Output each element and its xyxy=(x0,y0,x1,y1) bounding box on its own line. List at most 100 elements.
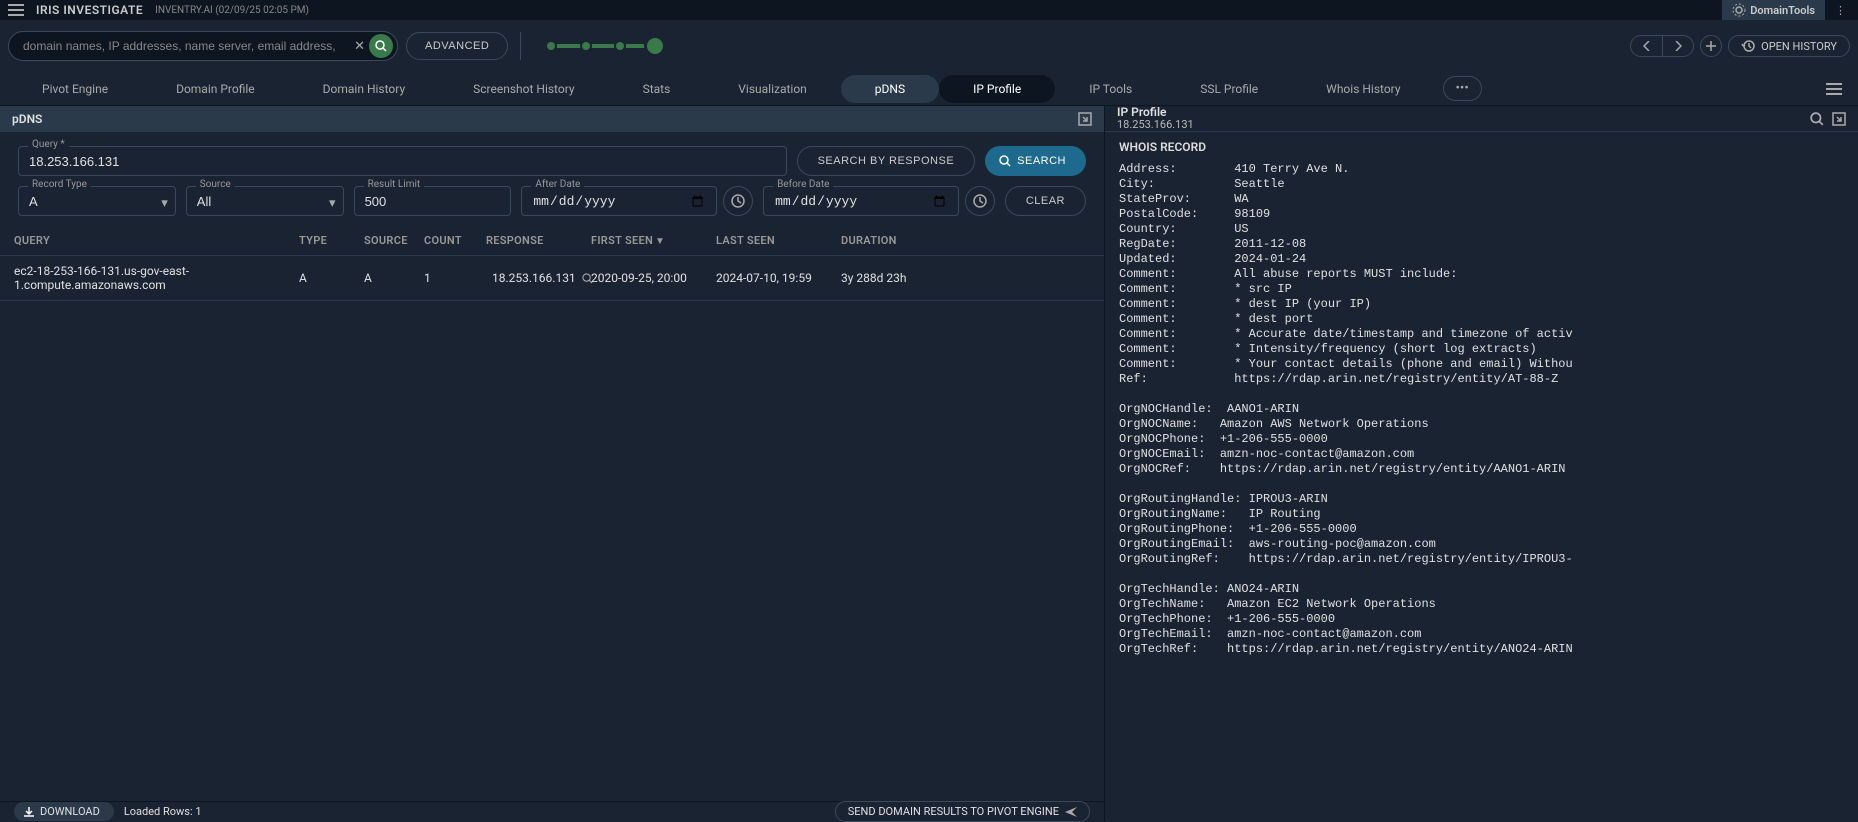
cell-duration: 3y 288d 23h xyxy=(841,271,941,285)
history-icon xyxy=(1741,39,1755,53)
cell-last-seen: 2024-07-10, 19:59 xyxy=(716,271,841,285)
range-slider[interactable] xyxy=(545,44,660,48)
before-time-button[interactable] xyxy=(965,186,995,216)
open-history-button[interactable]: OPEN HISTORY xyxy=(1728,35,1850,57)
tab-ip-tools[interactable]: IP Tools xyxy=(1055,75,1166,103)
send-icon xyxy=(1065,807,1077,817)
tabstrip: Pivot Engine Domain Profile Domain Histo… xyxy=(0,72,1858,106)
ip-panel-header: IP Profile 18.253.166.131 xyxy=(1105,106,1858,132)
chevron-left-icon xyxy=(1643,41,1651,51)
query-form: Query * SEARCH BY RESPONSE SEARCH Record… xyxy=(0,132,1104,226)
col-first-seen[interactable]: FIRST SEEN▼ xyxy=(591,234,716,247)
range-handle[interactable] xyxy=(644,35,666,57)
hamburger-menu-icon[interactable] xyxy=(8,4,24,16)
col-query[interactable]: QUERY xyxy=(14,234,299,247)
nav-forward-button[interactable] xyxy=(1662,35,1694,57)
nav-back-button[interactable] xyxy=(1630,35,1662,57)
searchbar: ✕ ADVANCED OPEN HISTORY xyxy=(0,20,1858,72)
search-icon xyxy=(1810,112,1824,126)
whois-record-body[interactable]: Address: 410 Terry Ave N. City: Seattle … xyxy=(1105,158,1858,821)
advanced-button[interactable]: ADVANCED xyxy=(406,32,508,60)
ip-profile-panel: IP Profile 18.253.166.131 WHOIS RECORD A… xyxy=(1105,106,1858,821)
ip-panel-subtitle: 18.253.166.131 xyxy=(1117,119,1194,131)
cell-type: A xyxy=(299,271,364,285)
cell-count: 1 xyxy=(424,271,486,285)
tab-pivot-engine[interactable]: Pivot Engine xyxy=(8,75,142,103)
col-last-seen[interactable]: LAST SEEN xyxy=(716,234,841,247)
cell-source: A xyxy=(364,271,424,285)
clock-icon xyxy=(973,194,987,208)
table-header: QUERY TYPE SOURCE COUNT RESPONSE FIRST S… xyxy=(0,226,1104,256)
tab-ip-profile[interactable]: IP Profile xyxy=(939,75,1055,103)
app-title: IRIS INVESTIGATE xyxy=(36,3,143,17)
tab-pdns[interactable]: pDNS xyxy=(841,75,939,103)
after-date-input[interactable] xyxy=(521,186,717,216)
query-input[interactable] xyxy=(18,146,787,176)
record-type-select[interactable] xyxy=(18,186,176,216)
after-date-label: After Date xyxy=(531,179,584,190)
gear-icon xyxy=(1732,3,1746,17)
kebab-menu-icon[interactable]: ⋮ xyxy=(1831,4,1850,17)
app-subtitle: INVENTRY.AI (02/09/25 02:05 PM) xyxy=(155,5,309,16)
close-icon[interactable]: ✕ xyxy=(350,39,369,54)
plus-icon xyxy=(1706,41,1716,51)
before-date-label: Before Date xyxy=(773,179,833,190)
col-response[interactable]: RESPONSE xyxy=(486,234,591,247)
divider xyxy=(520,32,521,60)
cell-query: ec2-18-253-166-131.us-gov-east-1.compute… xyxy=(14,264,299,292)
tab-domain-profile[interactable]: Domain Profile xyxy=(142,75,289,103)
search-label: SEARCH xyxy=(1017,155,1066,167)
expand-ip-button[interactable] xyxy=(1832,112,1846,126)
source-select[interactable] xyxy=(186,186,344,216)
download-button[interactable]: DOWNLOAD xyxy=(14,802,114,821)
record-type-label: Record Type xyxy=(28,179,91,190)
whois-section-title: WHOIS RECORD xyxy=(1105,132,1858,158)
search-icon xyxy=(375,40,387,52)
pdns-footer: DOWNLOAD Loaded Rows: 1 SEND DOMAIN RESU… xyxy=(0,801,1104,821)
expand-icon xyxy=(1832,112,1846,126)
add-button[interactable] xyxy=(1700,35,1722,57)
result-limit-input[interactable] xyxy=(354,186,512,216)
col-duration[interactable]: DURATION xyxy=(841,234,941,247)
pdns-panel-header: pDNS xyxy=(0,106,1104,132)
expand-icon xyxy=(1078,112,1092,126)
send-to-pivot-button[interactable]: SEND DOMAIN RESULTS TO PIVOT ENGINE xyxy=(835,801,1090,822)
brand-text: DomainTools xyxy=(1750,4,1815,17)
col-source[interactable]: SOURCE xyxy=(364,234,424,247)
result-limit-label: Result Limit xyxy=(364,179,425,190)
pdns-panel-title: pDNS xyxy=(12,112,42,126)
after-time-button[interactable] xyxy=(723,186,753,216)
nav-button-group xyxy=(1630,35,1694,57)
tab-visualization[interactable]: Visualization xyxy=(704,75,841,103)
tab-screenshot-history[interactable]: Screenshot History xyxy=(439,75,608,103)
brand-logo[interactable]: DomainTools xyxy=(1722,0,1825,20)
loaded-rows: Loaded Rows: 1 xyxy=(124,805,202,818)
search-ip-button[interactable] xyxy=(1810,112,1824,126)
download-label: DOWNLOAD xyxy=(40,805,100,818)
download-icon xyxy=(24,807,34,817)
table-row[interactable]: ec2-18-253-166-131.us-gov-east-1.compute… xyxy=(0,256,1104,301)
chevron-right-icon xyxy=(1674,41,1682,51)
tab-more-button[interactable]: ••• xyxy=(1443,76,1482,101)
tab-drawer-button[interactable] xyxy=(1818,79,1850,99)
pdns-panel: pDNS Query * SEARCH BY RESPONSE SEARCH xyxy=(0,106,1105,821)
cell-response: 18.253.166.131 xyxy=(486,269,591,287)
clear-button[interactable]: CLEAR xyxy=(1005,186,1086,216)
cell-first-seen: 2020-09-25, 20:00 xyxy=(591,271,716,285)
search-input-wrap: ✕ xyxy=(8,31,398,61)
col-type[interactable]: TYPE xyxy=(299,234,364,247)
tab-ssl-profile[interactable]: SSL Profile xyxy=(1166,75,1292,103)
drawer-icon xyxy=(1826,83,1842,95)
tab-whois-history[interactable]: Whois History xyxy=(1292,75,1434,103)
before-date-input[interactable] xyxy=(763,186,959,216)
search-by-response-button[interactable]: SEARCH BY RESPONSE xyxy=(797,146,976,176)
tab-domain-history[interactable]: Domain History xyxy=(289,75,439,103)
expand-button[interactable] xyxy=(1078,112,1092,126)
tab-stats[interactable]: Stats xyxy=(609,75,705,103)
search-button-main[interactable]: SEARCH xyxy=(985,146,1086,176)
col-count[interactable]: COUNT xyxy=(424,234,486,247)
query-label: Query * xyxy=(28,139,69,150)
search-button[interactable] xyxy=(369,34,393,58)
search-input[interactable] xyxy=(23,39,350,53)
source-label: Source xyxy=(196,179,235,190)
